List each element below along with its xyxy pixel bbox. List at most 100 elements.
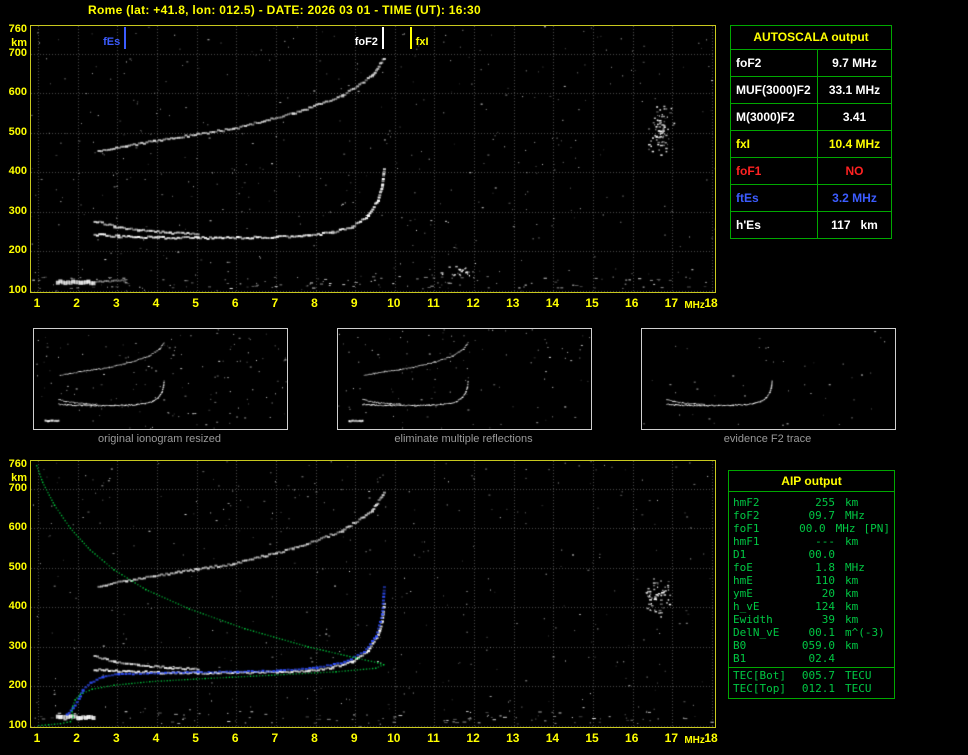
autoscala-app-screen: Rome (lat: +41.8, lon: 012.5) - DATE: 20… bbox=[0, 0, 968, 755]
marker-line-fxI bbox=[409, 27, 412, 49]
x-tick-label: 15 bbox=[585, 731, 599, 745]
autoscala-table-rows: foF2 9.7 MHz MUF(3000)F2 33.1 MHz M(3000)F2 3… bbox=[731, 50, 891, 238]
autoscala-value: NO bbox=[845, 164, 864, 178]
autoscala-param: h'Es bbox=[731, 212, 818, 238]
autoscala-param: foF2 bbox=[731, 50, 818, 76]
x-tick-label: 1 bbox=[33, 296, 41, 310]
x-tick-label: 10 bbox=[387, 296, 401, 310]
autoscala-value: 33.1 MHz bbox=[828, 83, 881, 97]
x-tick-label: 11 bbox=[427, 296, 440, 310]
x-tick-label: 18 bbox=[704, 731, 718, 745]
y-tick-label: 200 bbox=[8, 244, 27, 257]
aip-param: TEC[Top] bbox=[733, 682, 786, 695]
aip-row-2: foF1 00.0 MHz [PN] bbox=[729, 522, 894, 535]
aip-table-rows: hmF2 255 km foF2 09.7 MHz foF1 00.0 MHz [PN] hmF1-… bbox=[729, 496, 894, 695]
marker-line-fEs bbox=[124, 27, 127, 49]
aip-param: foF2 bbox=[733, 509, 760, 522]
aip-value: --- bbox=[815, 535, 835, 548]
autoscala-row-4: foF1 NO bbox=[731, 158, 891, 185]
aip-param: Ewidth bbox=[733, 613, 773, 626]
x-tick-label: 14 bbox=[545, 731, 560, 745]
x-tick-label: 12 bbox=[466, 296, 480, 310]
x-tick-label: 9 bbox=[350, 296, 358, 310]
aip-param: h_vE bbox=[733, 600, 760, 613]
aip-unit: km bbox=[845, 535, 859, 548]
aip-row-11: B0 059.0 km bbox=[729, 639, 894, 652]
x-tick-label: 8 bbox=[311, 296, 318, 310]
aip-param: hmE bbox=[733, 574, 753, 587]
autoscala-param: M(3000)F2 bbox=[731, 104, 818, 130]
aip-unit: km bbox=[845, 639, 859, 652]
aip-row-9: Ewidth 39 km bbox=[729, 613, 894, 626]
y-tick-label: 760 bbox=[8, 458, 27, 470]
autoscala-output-table: AUTOSCALA output foF2 9.7 MHz MUF(3000)F2 3… bbox=[730, 25, 892, 239]
x-tick-label: 2 bbox=[73, 296, 80, 310]
aip-unit: MHz bbox=[835, 522, 856, 535]
autoscala-row-2: M(3000)F2 3.41 bbox=[731, 104, 891, 131]
aip-param: TEC[Bot] bbox=[733, 669, 786, 682]
aip-table-title: AIP output bbox=[729, 471, 894, 492]
x-tick-label: 16 bbox=[625, 296, 639, 310]
aip-row-14: TEC[Top] 012.1 TECU bbox=[729, 682, 894, 695]
aip-unit: km bbox=[845, 574, 859, 587]
aip-value: 00.1 bbox=[808, 626, 836, 639]
x-tick-label: 7 bbox=[271, 731, 279, 745]
aip-value: 005.7 bbox=[801, 669, 835, 682]
aip-param: foE bbox=[733, 561, 753, 574]
aip-value: 20 bbox=[821, 587, 835, 600]
autoscala-row-5: ftEs 3.2 MHz bbox=[731, 185, 891, 212]
x-tick-label: 12 bbox=[466, 731, 480, 745]
aip-row-12: B1 02.4 bbox=[729, 652, 894, 665]
y-tick-label: 100 bbox=[8, 284, 27, 296]
aip-param: hmF2 bbox=[733, 496, 760, 509]
autoscala-row-6: h'Es 117 km bbox=[731, 212, 891, 238]
x-axis-unit-label: MHz bbox=[684, 300, 705, 311]
x-tick-label: 13 bbox=[506, 296, 520, 310]
autoscala-table-title: AUTOSCALA output bbox=[731, 26, 891, 50]
aip-param: B1 bbox=[733, 652, 747, 665]
x-tick-label: 4 bbox=[152, 731, 160, 745]
x-tick-label: 3 bbox=[112, 731, 120, 745]
x-tick-label: 17 bbox=[664, 731, 679, 745]
aip-param: ymE bbox=[733, 587, 753, 600]
aip-value: 00.0 bbox=[808, 548, 836, 561]
y-tick-label: 760 bbox=[8, 23, 27, 35]
y-tick-label: 400 bbox=[8, 600, 27, 613]
x-axis-unit-label: MHz bbox=[684, 735, 705, 746]
x-tick-label: 13 bbox=[506, 731, 520, 745]
aip-unit bbox=[835, 652, 845, 665]
aip-value: 00.0 bbox=[799, 522, 826, 535]
x-tick-label: 6 bbox=[231, 296, 239, 310]
aip-unit: TECU bbox=[845, 682, 872, 695]
y-tick-label: 500 bbox=[8, 560, 27, 573]
x-tick-label: 1 bbox=[33, 731, 41, 745]
y-axis-unit-label: km bbox=[11, 472, 27, 484]
y-tick-label: 300 bbox=[8, 204, 27, 217]
aip-value: 012.1 bbox=[801, 682, 835, 695]
main-ionogram-canvas bbox=[30, 25, 716, 293]
aip-row-1: foF2 09.7 MHz bbox=[729, 509, 894, 522]
x-tick-label: 9 bbox=[350, 731, 358, 745]
autoscala-value: 10.4 MHz bbox=[828, 137, 881, 151]
aip-unit: km bbox=[845, 613, 859, 626]
y-tick-label: 400 bbox=[8, 165, 27, 178]
aip-unit bbox=[835, 548, 845, 561]
x-tick-label: 16 bbox=[625, 731, 639, 745]
aip-row-8: h_vE 124 km bbox=[729, 600, 894, 613]
aip-row-3: hmF1 --- km bbox=[729, 535, 894, 548]
mini-caption: original ionogram resized bbox=[98, 433, 221, 445]
x-tick-label: 11 bbox=[427, 731, 440, 745]
aip-row-5: foE 1.8 MHz bbox=[729, 561, 894, 574]
mini-caption: evidence F2 trace bbox=[723, 433, 812, 445]
aip-unit: km bbox=[845, 587, 859, 600]
aip-note: [PN] bbox=[863, 522, 891, 535]
aip-param: B0 bbox=[733, 639, 747, 652]
x-tick-label: 7 bbox=[271, 296, 279, 310]
autoscala-value: 3.41 bbox=[842, 110, 867, 124]
aip-value: 1.8 bbox=[815, 561, 835, 574]
aip-output-table: AIP output hmF2 255 km foF2 09.7 MHz foF1 00.0 M… bbox=[728, 470, 895, 699]
x-tick-label: 5 bbox=[192, 731, 199, 745]
x-tick-label: 6 bbox=[231, 731, 239, 745]
aip-param: DelN_vE bbox=[733, 626, 780, 639]
autoscala-param: MUF(3000)F2 bbox=[731, 77, 818, 103]
